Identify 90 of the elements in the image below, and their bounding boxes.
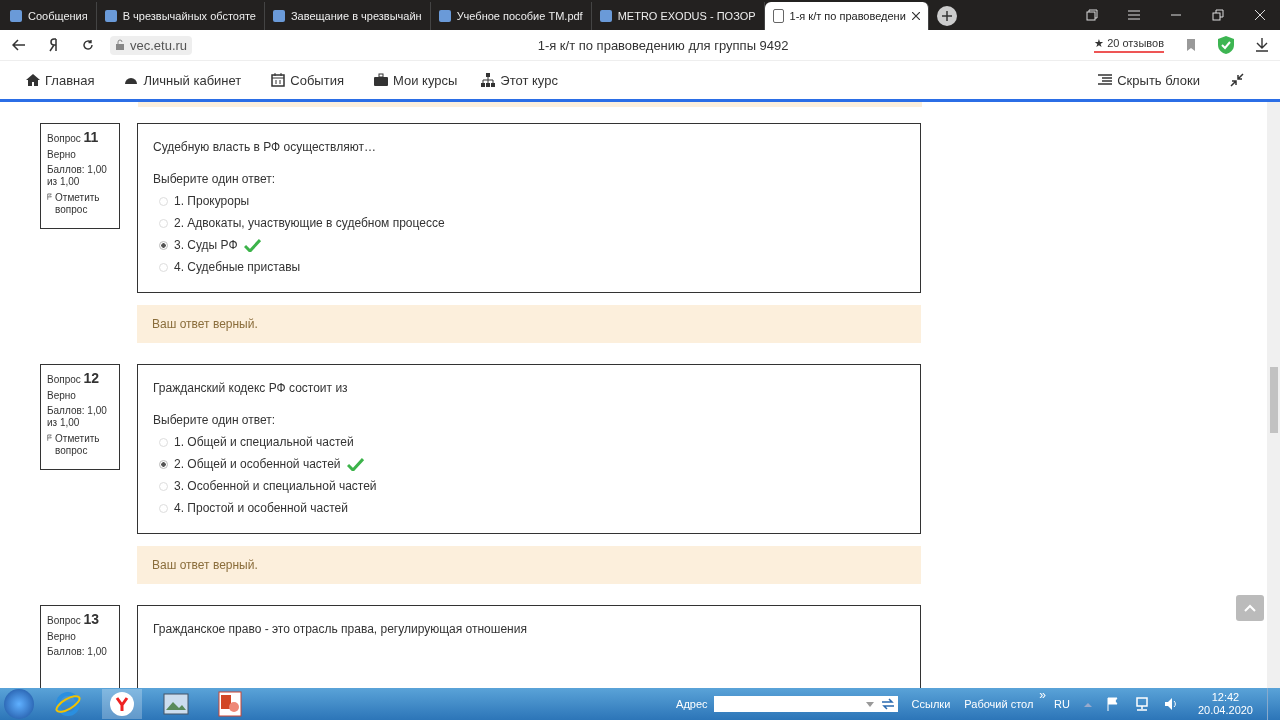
question-number: Вопрос 12 — [47, 370, 100, 386]
radio-button[interactable] — [159, 240, 168, 250]
desktop-toolbar[interactable]: Рабочий стол — [964, 698, 1034, 710]
address-field[interactable]: vec.etu.ru — [110, 35, 193, 55]
answer-option[interactable]: 3. Суды РФ — [174, 238, 238, 252]
arrows-icon — [880, 698, 895, 710]
caret-icon — [865, 701, 874, 707]
question-score: Баллов: 1,00 — [47, 646, 107, 658]
address-label: Адрес — [676, 698, 708, 710]
scrollbar-thumb[interactable] — [1269, 367, 1278, 433]
bookmark-icon[interactable] — [1186, 39, 1196, 51]
links-toolbar[interactable]: Ссылки — [911, 698, 951, 710]
question-status: Верно — [47, 390, 76, 401]
browser-tab[interactable]: Учебное пособие TM.pdf — [430, 2, 592, 30]
language-indicator[interactable]: RU — [1054, 698, 1070, 710]
page-icon — [104, 10, 117, 22]
question-number: Вопрос 11 — [47, 129, 99, 145]
back-icon[interactable] — [12, 39, 26, 51]
list-icon — [1098, 74, 1113, 86]
sitemap-icon — [481, 73, 496, 87]
close-icon[interactable] — [911, 12, 920, 20]
flag-icon — [47, 192, 53, 201]
download-icon[interactable] — [1256, 38, 1268, 52]
flag-icon[interactable] — [1105, 697, 1120, 711]
flag-icon — [47, 433, 53, 442]
question-status: Верно — [47, 631, 76, 642]
nav-link[interactable]: Личный кабинет — [124, 72, 242, 88]
lock-icon — [115, 39, 125, 51]
page-title: 1-я к/т по правоведению для группы 9492 — [536, 37, 790, 53]
clock[interactable]: 12:42 20.04.2020 — [1197, 691, 1253, 717]
network-icon[interactable] — [1133, 697, 1150, 711]
taskbar-button[interactable] — [102, 689, 142, 719]
new-tab-button[interactable] — [936, 6, 957, 26]
window-icon[interactable] — [1086, 9, 1098, 21]
question-status: Верно — [47, 149, 76, 160]
collapse-icon[interactable] — [1230, 73, 1244, 87]
answer-option[interactable]: 4. Простой и особенной частей — [174, 501, 348, 515]
calendar-icon — [271, 73, 286, 87]
plus-icon — [941, 11, 952, 21]
question-text: Судебную власть в РФ осуществляют… — [153, 140, 377, 154]
flag-question-link[interactable]: Отметить вопрос — [47, 192, 113, 216]
chevron-up-icon — [1244, 604, 1256, 612]
feedback-banner: Ваш ответ верный. — [137, 305, 921, 343]
browser-tab[interactable]: METRO EXODUS - ПОЗОР — [591, 2, 765, 30]
question-text: Гражданское право - это отрасль права, регулирующая отношения — [153, 622, 528, 636]
answer-option[interactable]: 4. Судебные приставы — [174, 260, 301, 274]
page-icon — [438, 10, 451, 22]
restore-icon[interactable] — [1212, 9, 1224, 21]
browser-tab[interactable]: 1-я к/т по правоведени — [764, 2, 929, 30]
home-icon — [26, 73, 40, 87]
page-icon — [10, 10, 22, 22]
flag-question-link[interactable]: Отметить вопрос — [47, 433, 113, 457]
answer-option[interactable]: 2. Адвокаты, участвующие в судебном процессе — [174, 216, 445, 230]
answer-option[interactable]: 1. Общей и специальной частей — [174, 435, 354, 449]
start-button[interactable] — [4, 689, 34, 719]
hide-blocks-link[interactable]: Скрыть блоки — [1098, 72, 1200, 88]
page-icon — [772, 9, 784, 23]
presentation-app-icon — [218, 691, 242, 717]
radio-button[interactable] — [159, 459, 168, 469]
reviews-link[interactable]: ★ 20 отзывов — [1094, 37, 1164, 53]
browser-tab[interactable]: В чрезвычайных обстояте — [96, 2, 265, 30]
reload-icon[interactable] — [82, 39, 94, 51]
go-button[interactable] — [877, 696, 898, 712]
answer-option[interactable]: 2. Общей и особенной частей — [174, 457, 341, 471]
browser-tab[interactable]: Сообщения — [2, 2, 97, 30]
feedback-banner: Ваш ответ верный. — [137, 546, 921, 584]
question-number: Вопрос 13 — [47, 611, 100, 627]
answer-prompt: Выберите один ответ: — [153, 172, 277, 186]
question-text: Гражданский кодекс РФ состоит из — [153, 381, 349, 395]
nav-link[interactable]: Этот курс — [481, 72, 558, 88]
browser-tab[interactable]: Завещание в чрезвычайн — [264, 2, 431, 30]
browser-e-icon — [55, 691, 81, 717]
nav-link[interactable]: Мои курсы — [373, 72, 458, 88]
question-score: Баллов: 1,00 из 1,00 — [47, 164, 107, 188]
menu-icon[interactable] — [1128, 10, 1140, 20]
answer-prompt: Выберите один ответ: — [153, 413, 277, 427]
yandex-logo-icon[interactable] — [48, 38, 60, 52]
briefcase-icon — [373, 73, 388, 87]
question-score: Баллов: 1,00 из 1,00 — [47, 405, 107, 429]
nav-link[interactable]: Главная — [26, 72, 95, 88]
shield-icon[interactable] — [1218, 36, 1234, 54]
yandex-browser-icon — [109, 691, 135, 717]
picture-viewer-icon — [163, 693, 189, 715]
address-field[interactable] — [713, 696, 878, 712]
page-icon — [599, 10, 612, 22]
nav-link[interactable]: События — [271, 72, 344, 88]
page-icon — [272, 10, 285, 22]
answer-option[interactable]: 1. Прокуроры — [174, 194, 250, 208]
answer-option[interactable]: 3. Особенной и специальной частей — [174, 479, 377, 493]
speaker-icon[interactable] — [1163, 697, 1178, 711]
